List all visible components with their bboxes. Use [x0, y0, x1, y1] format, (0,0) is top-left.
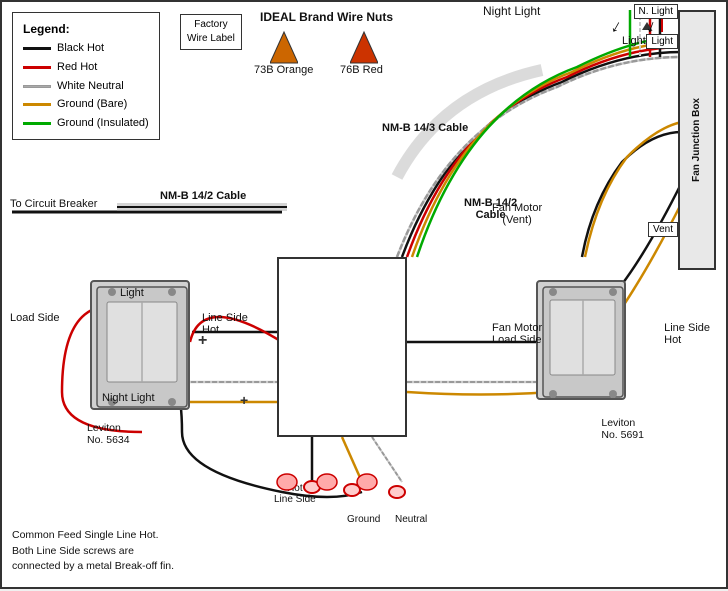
cable-143-label: NM-B 14/3 Cable — [382, 122, 468, 134]
vent-box: Vent — [648, 222, 678, 237]
ground-bare-line — [23, 103, 51, 106]
legend-red-hot-label: Red Hot — [57, 58, 97, 77]
plus-sign-left: + — [198, 332, 207, 350]
legend-white-neutral: White Neutral — [23, 77, 149, 96]
diagram-container: Legend: Black Hot Red Hot White Neutral … — [0, 0, 728, 589]
bottom-text-line1: Common Feed Single Line Hot. — [12, 528, 174, 544]
legend-ground-bare-label: Ground (Bare) — [57, 95, 127, 114]
legend-red-hot: Red Hot — [23, 58, 149, 77]
bottom-text: Common Feed Single Line Hot. Both Line S… — [12, 528, 174, 575]
junction-box-label: Fan Junction Box — [691, 98, 703, 182]
bottom-text-line2: Both Line Side screws are — [12, 544, 174, 560]
right-switch — [536, 280, 626, 400]
factory-wire-label: FactoryWire Label — [180, 14, 242, 50]
leviton-left-label: LevitonNo. 5634 — [87, 422, 130, 446]
ideal-brand-label: IDEAL Brand Wire Nuts — [260, 10, 393, 24]
light-top-label: Light — [622, 35, 646, 47]
legend-black-hot-label: Black Hot — [57, 39, 104, 58]
legend-black-hot: Black Hot — [23, 39, 149, 58]
red-hot-line — [23, 66, 51, 69]
load-side-left-label: Load Side — [10, 312, 60, 324]
left-switch — [90, 280, 190, 410]
circuit-breaker-label: To Circuit Breaker — [10, 198, 97, 210]
legend-box: Legend: Black Hot Red Hot White Neutral … — [12, 12, 160, 140]
legend-ground-insulated-label: Ground (Insulated) — [57, 114, 149, 133]
legend-white-neutral-label: White Neutral — [57, 77, 124, 96]
bottom-text-line3: connected by a metal Break-off fin. — [12, 559, 174, 575]
ground-insulated-line — [23, 122, 51, 125]
night-light-left-label: Night Light — [102, 392, 155, 404]
cable-142-top-label: NM-B 14/2 Cable — [160, 190, 246, 202]
light-left-label: Light — [120, 287, 144, 299]
nut-76b-label: 76B Red — [340, 64, 383, 76]
white-neutral-line — [23, 85, 51, 88]
factory-label-text: FactoryWire Label — [187, 18, 235, 46]
line-side-hot-left-label: Line SideHot — [202, 312, 248, 336]
legend-ground-bare: Ground (Bare) — [23, 95, 149, 114]
legend-title: Legend: — [23, 19, 149, 39]
fan-motor-vent-label: Fan Motor(Vent) — [492, 202, 542, 226]
ground-label: Ground — [347, 514, 380, 525]
wire-connectors — [267, 467, 427, 497]
center-junction-box — [277, 257, 407, 437]
connector-symbol: + — [240, 392, 248, 408]
night-light-top-label: Night Light — [483, 4, 540, 18]
line-side-hot-right-label: Line SideHot — [664, 322, 710, 346]
legend-ground-insulated: Ground (Insulated) — [23, 114, 149, 133]
junction-box: Fan Junction Box — [678, 10, 716, 270]
nut-73b-label: 73B Orange — [254, 64, 313, 76]
black-hot-line — [23, 47, 51, 50]
neutral-label: Neutral — [395, 514, 427, 525]
leviton-right-label: LevitonNo. 5691 — [601, 417, 644, 441]
fan-motor-load-side-label: Fan MotorLoad Side — [492, 322, 542, 346]
